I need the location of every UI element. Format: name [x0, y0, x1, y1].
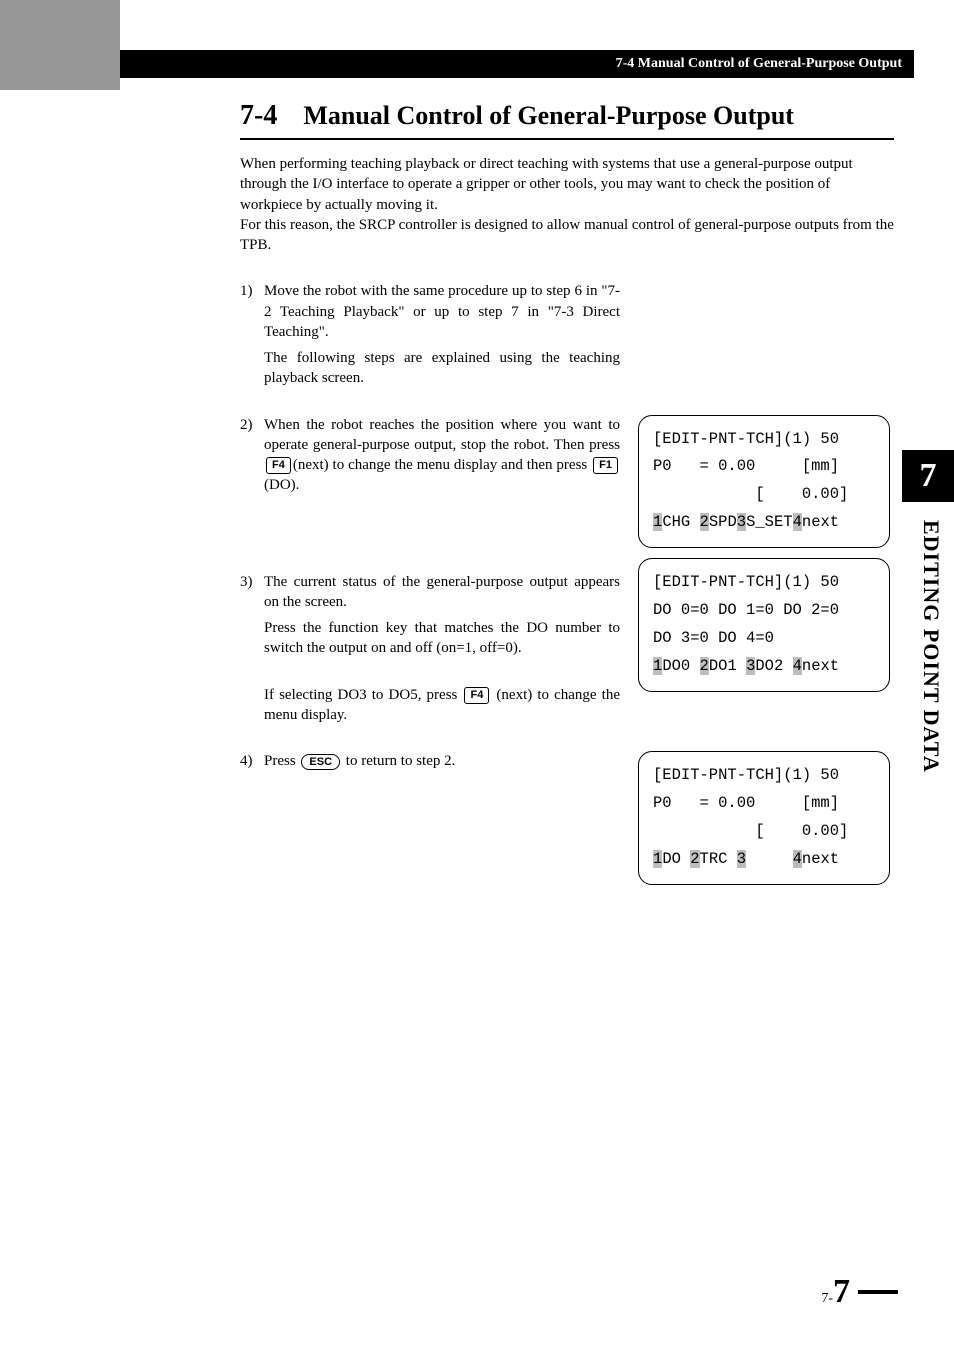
page-footer: 7- 7: [821, 1273, 898, 1311]
step-3: 3) The current status of the general-pur…: [240, 572, 894, 732]
section-title: Manual Control of General-Purpose Output: [303, 101, 794, 131]
terminal-screen-3: [EDIT-PNT-TCH](1) 50 P0 = 0.00 [mm] [ 0.…: [638, 751, 890, 885]
intro-text: When performing teaching playback or dir…: [240, 154, 894, 255]
step-3-text-3: If selecting DO3 to DO5, press F4 (next)…: [264, 685, 620, 726]
footer-line-icon: [858, 1290, 898, 1294]
t3-m1: DO: [662, 850, 690, 868]
t3-key1: 1: [653, 850, 662, 868]
chapter-label: EDITING POINT DATA: [918, 520, 944, 773]
step-3-fragment-a: If selecting DO3 to DO5, press: [264, 687, 462, 703]
step-3-number: 3): [240, 572, 264, 732]
terminal-screen-1: [EDIT-PNT-TCH](1) 50 P0 = 0.00 [mm] [ 0.…: [638, 415, 890, 549]
t1-m2: SPD: [709, 513, 737, 531]
section-number: 7-4: [240, 100, 277, 132]
step-3-text-1: The current status of the general-purpos…: [264, 572, 620, 613]
step-4-fragment-a: Press: [264, 753, 299, 769]
step-4-text: Press ESC to return to step 2.: [264, 751, 620, 771]
t1-m1: CHG: [662, 513, 699, 531]
step-2-fragment-a: When the robot reaches the position wher…: [264, 417, 620, 453]
left-margin-block: [0, 0, 120, 90]
main-content: 7-4 Manual Control of General-Purpose Ou…: [240, 100, 894, 915]
t3-m3: [746, 850, 793, 868]
t3-key4: 4: [793, 850, 802, 868]
step-4-fragment-b: to return to step 2.: [342, 753, 455, 769]
t3-line1: [EDIT-PNT-TCH](1) 50: [653, 766, 839, 784]
t3-key3: 3: [737, 850, 746, 868]
intro-paragraph-2: For this reason, the SRCP controller is …: [240, 215, 894, 256]
footer-prefix: 7-: [821, 1291, 833, 1307]
t1-key2: 2: [700, 513, 709, 531]
t1-line3: [ 0.00]: [653, 485, 848, 503]
t3-m4: next: [802, 850, 839, 868]
key-f4-b: F4: [464, 687, 489, 703]
header-bar: 7-4 Manual Control of General-Purpose Ou…: [120, 50, 914, 78]
chapter-number: 7: [920, 457, 937, 495]
key-f1: F1: [593, 457, 618, 473]
step-2-text: When the robot reaches the position wher…: [264, 415, 620, 496]
key-f4: F4: [266, 457, 291, 473]
step-2-fragment-b: (next) to change the menu display and th…: [293, 457, 591, 473]
chapter-tab: 7: [902, 450, 954, 502]
t3-line3: [ 0.00]: [653, 822, 848, 840]
t1-line2: P0 = 0.00 [mm]: [653, 457, 839, 475]
step-4-number: 4): [240, 751, 264, 895]
step-1-number: 1): [240, 281, 264, 394]
t1-key3: 3: [737, 513, 746, 531]
step-1-text-1: Move the robot with the same procedure u…: [264, 281, 620, 342]
step-1: 1) Move the robot with the same procedur…: [240, 281, 894, 394]
t1-m3: S_SET: [746, 513, 793, 531]
step-2-fragment-c: (DO).: [264, 477, 299, 493]
footer-page: 7: [833, 1273, 850, 1311]
step-3-text-2: Press the function key that matches the …: [264, 618, 620, 659]
t1-key4: 4: [793, 513, 802, 531]
t3-m2: TRC: [700, 850, 737, 868]
step-4: 4) Press ESC to return to step 2. [EDIT-…: [240, 751, 894, 895]
section-heading: 7-4 Manual Control of General-Purpose Ou…: [240, 100, 894, 140]
intro-paragraph-1: When performing teaching playback or dir…: [240, 154, 894, 215]
step-1-text-2: The following steps are explained using …: [264, 348, 620, 389]
t3-line2: P0 = 0.00 [mm]: [653, 794, 839, 812]
t3-key2: 2: [690, 850, 699, 868]
header-breadcrumb: 7-4 Manual Control of General-Purpose Ou…: [616, 56, 902, 72]
key-esc: ESC: [301, 754, 340, 770]
t1-m4: next: [802, 513, 839, 531]
t1-key1: 1: [653, 513, 662, 531]
t1-line1: [EDIT-PNT-TCH](1) 50: [653, 430, 839, 448]
